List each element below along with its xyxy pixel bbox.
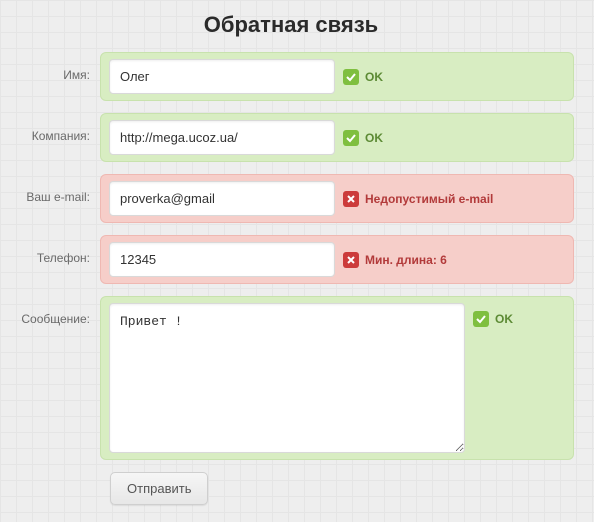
phone-input[interactable] [109, 242, 335, 277]
field-box-message: OK [100, 296, 574, 460]
check-icon [343, 69, 359, 85]
status-email: Недопустимый e-mail [343, 191, 493, 207]
submit-button[interactable]: Отправить [110, 472, 208, 505]
email-input[interactable] [109, 181, 335, 216]
label-name: Имя: [8, 52, 100, 82]
row-company: Компания: OK [8, 113, 574, 162]
status-text: Мин. длина: 6 [365, 253, 447, 267]
company-input[interactable] [109, 120, 335, 155]
check-icon [473, 311, 489, 327]
status-text: OK [365, 131, 383, 145]
check-icon [343, 130, 359, 146]
label-message: Сообщение: [8, 296, 100, 326]
name-input[interactable] [109, 59, 335, 94]
message-textarea[interactable] [109, 303, 465, 453]
row-message: Сообщение: OK [8, 296, 574, 460]
field-box-email: Недопустимый e-mail [100, 174, 574, 223]
page-title: Обратная связь [8, 12, 574, 38]
field-box-name: OK [100, 52, 574, 101]
status-text: Недопустимый e-mail [365, 192, 493, 206]
label-phone: Телефон: [8, 235, 100, 265]
status-phone: Мин. длина: 6 [343, 252, 447, 268]
error-icon [343, 252, 359, 268]
label-email: Ваш e-mail: [8, 174, 100, 204]
submit-row: Отправить [8, 472, 574, 505]
label-company: Компания: [8, 113, 100, 143]
row-name: Имя: OK [8, 52, 574, 101]
feedback-form: Обратная связь Имя: OK Компания: OK [0, 0, 594, 505]
status-message: OK [473, 303, 513, 327]
status-text: OK [365, 70, 383, 84]
status-text: OK [495, 312, 513, 326]
error-icon [343, 191, 359, 207]
field-box-phone: Мин. длина: 6 [100, 235, 574, 284]
status-company: OK [343, 130, 383, 146]
row-phone: Телефон: Мин. длина: 6 [8, 235, 574, 284]
status-name: OK [343, 69, 383, 85]
row-email: Ваш e-mail: Недопустимый e-mail [8, 174, 574, 223]
field-box-company: OK [100, 113, 574, 162]
